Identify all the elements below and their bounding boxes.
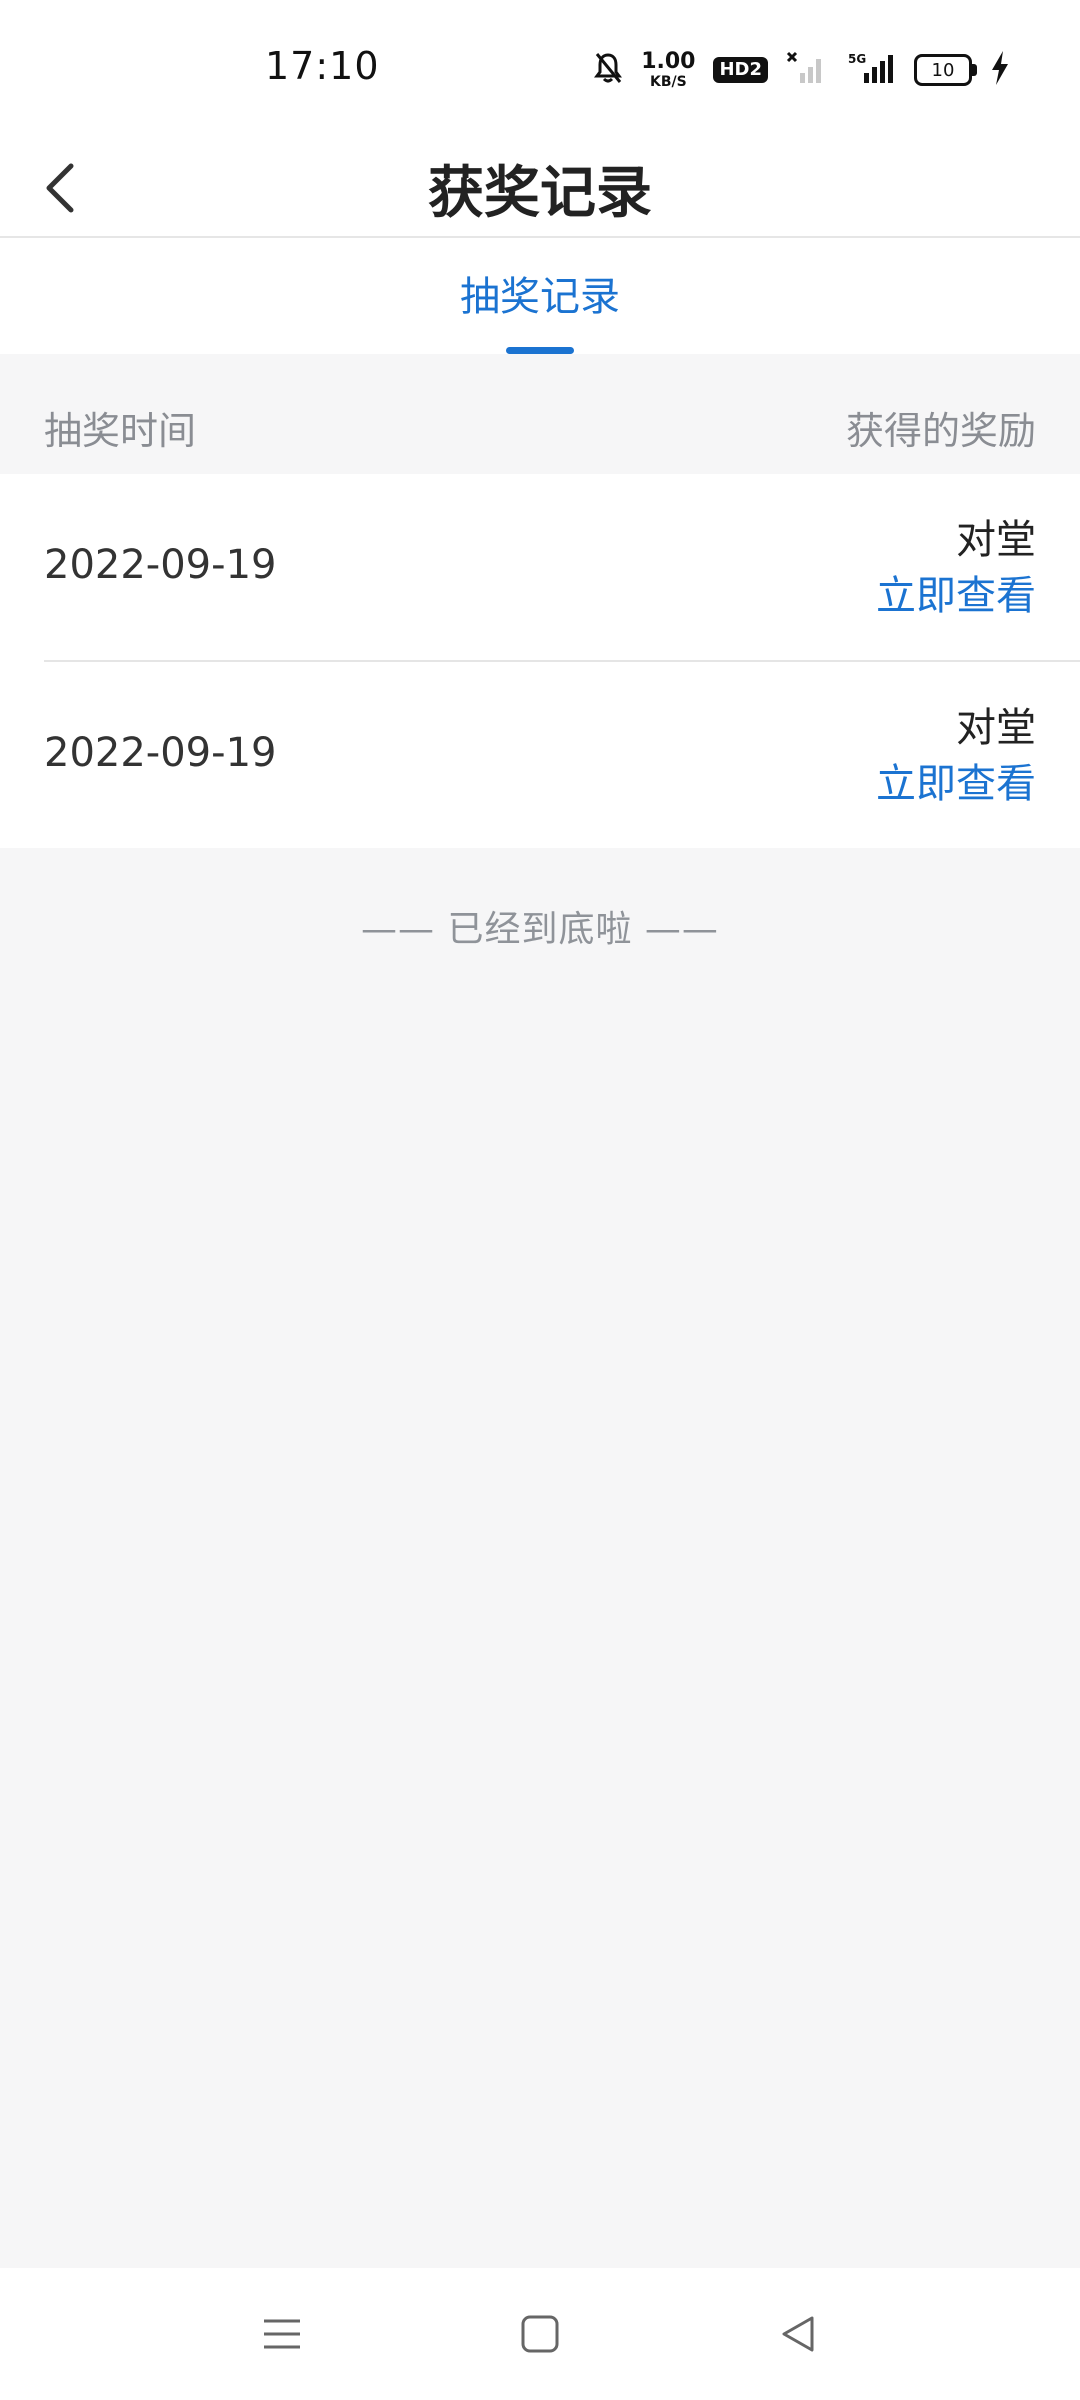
menu-button[interactable] [252,2304,312,2364]
list-item: 2022-09-19 对堂 立即查看 [44,660,1080,848]
list-item: 2022-09-19 对堂 立即查看 [0,474,1080,660]
column-header: 抽奖时间 获得的奖励 [0,354,1080,474]
back-nav-button[interactable] [768,2304,828,2364]
view-now-link[interactable]: 立即查看 [876,568,1036,624]
tab-lottery-records[interactable]: 抽奖记录 [0,264,1080,322]
record-date: 2022-09-19 [44,542,277,588]
page-title: 获奖记录 [428,160,652,226]
status-icons: 1.00 KB/S HD2 5G 10 [593,45,1010,95]
tab-indicator [506,347,574,354]
record-date: 2022-09-19 [44,730,277,776]
menu-icon [264,2319,300,2349]
net-speed: 1.00 KB/S [641,49,696,90]
reward-name: 对堂 [956,517,1036,563]
signal-no-service-icon [786,51,828,89]
view-now-link[interactable]: 立即查看 [876,756,1036,812]
back-triangle-icon [782,2316,814,2352]
system-nav-bar [0,2268,1080,2400]
status-time: 17:10 [265,44,380,88]
header: 获奖记录 [0,140,1080,238]
mute-bell-icon [593,51,623,89]
home-button[interactable] [510,2304,570,2364]
record-reward: 对堂 立即查看 [876,700,1036,812]
reward-name: 对堂 [956,705,1036,751]
charging-bolt-icon [990,51,1010,89]
home-square-icon [521,2315,559,2353]
status-bar: 17:10 1.00 KB/S HD2 5G 10 [0,0,1080,140]
record-reward: 对堂 立即查看 [876,512,1036,624]
hd-badge: HD2 [713,57,768,83]
signal-5g-icon: 5G [846,51,896,89]
battery-icon: 10 [914,54,977,86]
column-header-time: 抽奖时间 [44,409,197,453]
records-list: 2022-09-19 对堂 立即查看 2022-09-19 对堂 立即查看 [0,474,1080,848]
tab-bar: 抽奖记录 [0,238,1080,354]
column-header-reward: 获得的奖励 [845,409,1036,453]
svg-text:5G: 5G [848,52,866,66]
end-of-list-text: —— 已经到底啦 —— [361,909,719,950]
